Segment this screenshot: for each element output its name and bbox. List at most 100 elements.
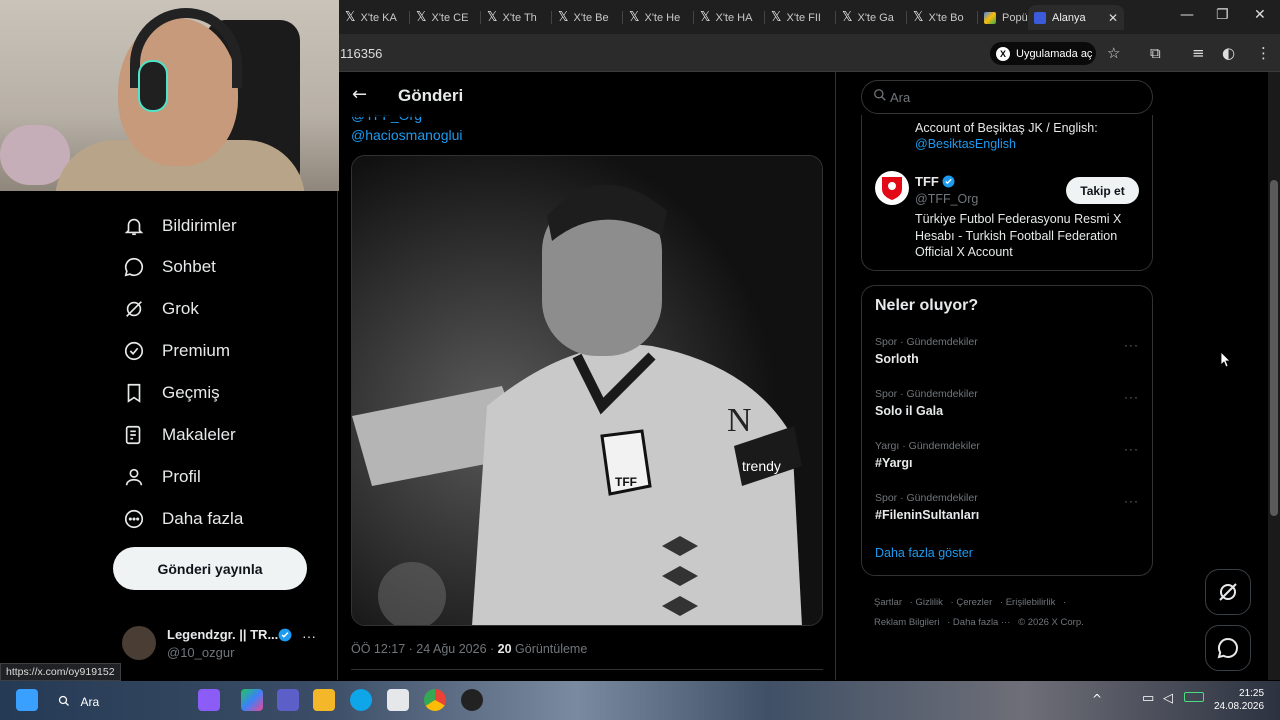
search-icon (873, 88, 887, 107)
search-input[interactable] (890, 81, 1140, 113)
nav-item-articles[interactable]: Makaleler (122, 420, 236, 450)
avatar (122, 626, 156, 660)
post-button[interactable]: Gönderi yayınla (113, 547, 307, 590)
tab-label: X'te HA (715, 11, 753, 24)
file-explorer-icon[interactable] (313, 689, 335, 711)
account-switcher[interactable]: Legendzgr. || TR... @10_ozgur ··· (122, 624, 327, 664)
nav-item-profile[interactable]: Profil (122, 462, 201, 492)
browser-tab-active[interactable]: Alanyа ✕ (1028, 5, 1124, 30)
svg-text:TFF: TFF (615, 475, 637, 489)
restore-icon[interactable]: ❐ (1216, 7, 1229, 23)
volume-icon[interactable]: ◁ (1163, 691, 1173, 706)
post-photo[interactable]: TFF trendy N (351, 155, 823, 626)
nav-label: Makaleler (162, 425, 236, 444)
network-icon[interactable]: ▭ (1142, 691, 1154, 706)
x-logo-icon: 𝕏 (416, 10, 427, 25)
media-icon[interactable]: ≡ (1192, 44, 1205, 62)
blue-square-icon (1034, 11, 1046, 24)
tff-name[interactable]: TFF (915, 174, 955, 189)
mention-link[interactable]: @BesiktasEnglish (915, 137, 1016, 151)
taskbar-search[interactable]: Ara (58, 693, 99, 711)
nav-item-grok[interactable]: Grok (122, 294, 199, 324)
scrollbar-thumb[interactable] (1270, 180, 1278, 516)
tab-label: X'te Bo (928, 11, 964, 24)
post-header: ← Gönderi (338, 72, 835, 117)
tab-label: X'te Be (573, 11, 609, 24)
referee-photo: TFF trendy N (352, 156, 822, 625)
article-icon (122, 423, 146, 447)
taskbar-app-icon[interactable] (198, 689, 220, 711)
menu-icon[interactable]: ⋮ (1256, 44, 1271, 62)
profile-icon[interactable]: ◐ (1222, 44, 1235, 62)
trend-name: Sorloth (875, 352, 919, 366)
post-timestamp[interactable]: ÖÖ 12:17 · 24 Ağu 2026 · (351, 642, 494, 656)
x-logo-icon: 𝕏 (629, 10, 640, 25)
nav-item-chat[interactable]: Sohbet (122, 252, 216, 282)
browser-tab[interactable]: 𝕏 X'te CE (410, 5, 481, 30)
tff-avatar[interactable] (875, 171, 909, 205)
browser-tab[interactable]: 𝕏 X'te FII (765, 5, 836, 30)
browser-tab[interactable]: 𝕏 X'te HA (694, 5, 765, 30)
verified-badge-icon (278, 628, 292, 647)
address-bar[interactable]: 116356 (340, 46, 382, 61)
minimize-icon[interactable]: — (1180, 7, 1194, 23)
windows-start-icon[interactable] (16, 689, 38, 711)
edge-icon[interactable] (350, 689, 372, 711)
footer-link[interactable]: Şartlar (874, 597, 902, 608)
close-tab-icon[interactable]: ✕ (1108, 11, 1118, 25)
nav-item-notifications[interactable]: Bildirimler (122, 211, 237, 241)
battery-icon[interactable] (1184, 692, 1204, 702)
trend-category: Spor · Gündemdekiler (875, 336, 978, 348)
trend-item[interactable]: Spor · Gündemdekiler #FileninSultanları … (875, 492, 1141, 532)
browser-tab[interactable]: 𝕏 X'te KA (339, 5, 410, 30)
show-more-link[interactable]: Daha fazla göster (875, 546, 973, 560)
webcam-overlay (0, 0, 339, 191)
store-icon[interactable] (387, 689, 409, 711)
browser-tab[interactable]: 𝕏 X'te He (623, 5, 694, 30)
mention-link[interactable]: @haciosmanoglui (351, 127, 463, 143)
taskbar-clock[interactable]: 21:25 24.08.2026 (1214, 687, 1264, 713)
trend-name: #Yargı (875, 456, 913, 470)
trend-item[interactable]: Spor · Gündemdekiler Solo il Gala ··· (875, 388, 1141, 428)
x-logo-icon: X (996, 46, 1010, 61)
browser-tab[interactable]: 𝕏 X'te Be (552, 5, 623, 30)
messages-button[interactable] (1205, 625, 1251, 671)
star-icon[interactable]: ☆ (1107, 44, 1120, 62)
nav-item-more[interactable]: Daha fazla (122, 504, 243, 534)
tff-handle: @TFF_Org (915, 192, 979, 206)
divider (351, 669, 823, 670)
browser-tab[interactable]: 𝕏 X'te Ga (836, 5, 907, 30)
extensions-icon[interactable]: ⧉ (1150, 44, 1161, 62)
obs-icon[interactable] (461, 689, 483, 711)
close-window-icon[interactable]: ✕ (1254, 7, 1266, 23)
post-metadata: ÖÖ 12:17 · 24 Ağu 2026 · 20 Görüntüleme (351, 642, 587, 656)
back-arrow-icon[interactable]: ← (352, 84, 367, 105)
trend-item[interactable]: Yargı · Gündemdekiler #Yargı ··· (875, 440, 1141, 480)
more-dots-icon[interactable]: ··· (1124, 442, 1139, 456)
open-in-app-button[interactable]: X Uygulamada aç (990, 42, 1096, 65)
copilot-icon[interactable] (241, 689, 263, 711)
grok-button[interactable] (1205, 569, 1251, 615)
nav-item-premium[interactable]: Premium (122, 336, 230, 366)
more-dots-icon[interactable]: ··· (302, 628, 316, 644)
browser-tab[interactable]: 𝕏 X'te Bo (907, 5, 978, 30)
views-count: 20 (497, 642, 512, 656)
footer-link[interactable]: Çerezler (956, 597, 992, 608)
search-box[interactable] (861, 80, 1153, 114)
footer-link[interactable]: Reklam Bilgileri (874, 617, 939, 628)
tab-label: Alanyа (1052, 11, 1086, 24)
teams-icon[interactable] (277, 689, 299, 711)
more-dots-icon[interactable]: ··· (1124, 338, 1139, 352)
more-dots-icon[interactable]: ··· (1124, 390, 1139, 404)
chevron-up-icon[interactable]: ^ (1092, 692, 1102, 706)
nav-item-history[interactable]: Geçmiş (122, 378, 220, 408)
trend-item[interactable]: Spor · Gündemdekiler Sorloth ··· (875, 336, 1141, 376)
browser-tab[interactable]: 𝕏 X'te Th (481, 5, 552, 30)
footer-link[interactable]: Daha fazla ··· (953, 617, 1011, 628)
footer-link[interactable]: Erişilebilirlik (1006, 597, 1056, 608)
more-dots-icon[interactable]: ··· (1124, 494, 1139, 508)
chrome-icon[interactable] (424, 689, 446, 711)
follow-button[interactable]: Takip et (1066, 177, 1139, 204)
footer-link[interactable]: Gizlilik (915, 597, 942, 608)
tab-label: X'te FII (786, 11, 821, 24)
